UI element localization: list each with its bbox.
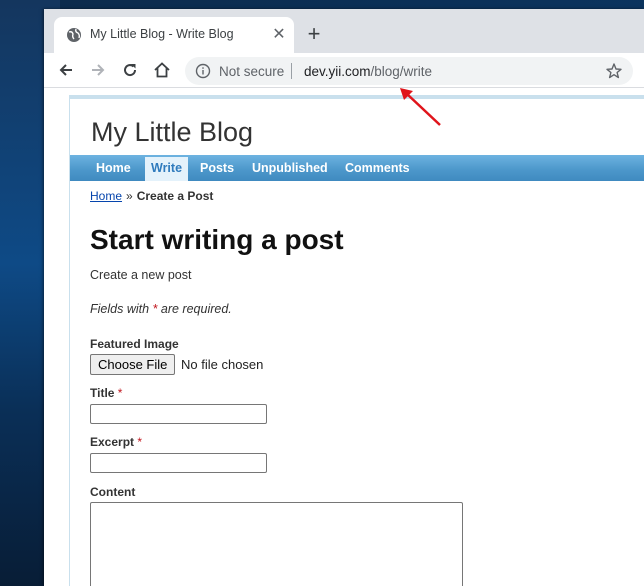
browser-window: My Little Blog - Write Blog ✕ + Not secu… bbox=[44, 9, 644, 586]
tab-strip: My Little Blog - Write Blog ✕ + bbox=[44, 9, 644, 53]
breadcrumb-home-link[interactable]: Home bbox=[90, 189, 122, 203]
excerpt-required-asterisk: * bbox=[137, 435, 143, 449]
page-subtitle: Create a new post bbox=[90, 268, 192, 282]
browser-tab[interactable]: My Little Blog - Write Blog ✕ bbox=[54, 17, 294, 53]
url-text[interactable]: dev.yii.com/blog/write bbox=[304, 64, 432, 79]
title-input[interactable] bbox=[90, 404, 267, 424]
excerpt-input[interactable] bbox=[90, 453, 267, 473]
home-button[interactable] bbox=[150, 58, 174, 82]
menu-item-posts[interactable]: Posts bbox=[194, 157, 240, 181]
security-label[interactable]: Not secure bbox=[219, 64, 284, 79]
home-icon bbox=[154, 62, 170, 78]
menu-item-unpublished[interactable]: Unpublished bbox=[246, 157, 334, 181]
info-icon[interactable] bbox=[195, 63, 211, 79]
url-path: /blog/write bbox=[370, 64, 433, 79]
web-page: My Little Blog Home Write Posts Unpublis… bbox=[44, 89, 644, 586]
menu-item-write[interactable]: Write bbox=[145, 157, 189, 181]
star-icon[interactable] bbox=[605, 62, 623, 80]
menu-item-home[interactable]: Home bbox=[90, 157, 137, 181]
annotation-arrow bbox=[400, 88, 441, 126]
required-note-prefix: Fields with bbox=[90, 302, 150, 316]
title-label-text: Title bbox=[90, 386, 115, 400]
url-host: dev.yii.com bbox=[304, 64, 371, 79]
file-status: No file chosen bbox=[181, 357, 264, 372]
address-divider bbox=[291, 63, 292, 79]
tab-title: My Little Blog - Write Blog bbox=[90, 27, 234, 41]
main-menu: Home Write Posts Unpublished Comments bbox=[70, 155, 644, 181]
choose-file-button[interactable]: Choose File bbox=[90, 354, 176, 375]
excerpt-label: Excerpt * bbox=[90, 435, 142, 449]
required-fields-note: Fields with * are required. bbox=[90, 302, 232, 316]
menu-item-comments[interactable]: Comments bbox=[339, 157, 416, 181]
address-bar[interactable]: Not secure dev.yii.com/blog/write bbox=[185, 57, 633, 85]
breadcrumb-separator: » bbox=[126, 189, 133, 203]
forward-button[interactable] bbox=[86, 58, 110, 82]
back-button[interactable] bbox=[54, 58, 78, 82]
breadcrumb-current: Create a Post bbox=[136, 189, 214, 203]
breadcrumb: Home » Create a Post bbox=[90, 189, 213, 203]
reload-button[interactable] bbox=[118, 58, 142, 82]
content-label: Content bbox=[90, 485, 136, 499]
title-required-asterisk: * bbox=[117, 386, 123, 400]
content-textarea[interactable] bbox=[90, 502, 463, 586]
title-label: Title * bbox=[90, 386, 122, 400]
globe-icon bbox=[67, 28, 81, 42]
site-title: My Little Blog bbox=[91, 117, 254, 147]
required-note-suffix: are required. bbox=[160, 302, 232, 316]
arrow-right-icon bbox=[92, 64, 105, 76]
excerpt-label-text: Excerpt bbox=[90, 435, 135, 449]
required-asterisk: * bbox=[152, 302, 158, 316]
featured-image-label: Featured Image bbox=[90, 337, 179, 351]
new-tab-button[interactable]: + bbox=[302, 23, 326, 47]
page-title: Start writing a post bbox=[90, 224, 344, 255]
arrow-left-icon bbox=[59, 64, 72, 76]
reload-icon bbox=[124, 64, 137, 77]
browser-toolbar: Not secure dev.yii.com/blog/write bbox=[44, 53, 644, 88]
close-icon[interactable]: ✕ bbox=[270, 26, 288, 44]
